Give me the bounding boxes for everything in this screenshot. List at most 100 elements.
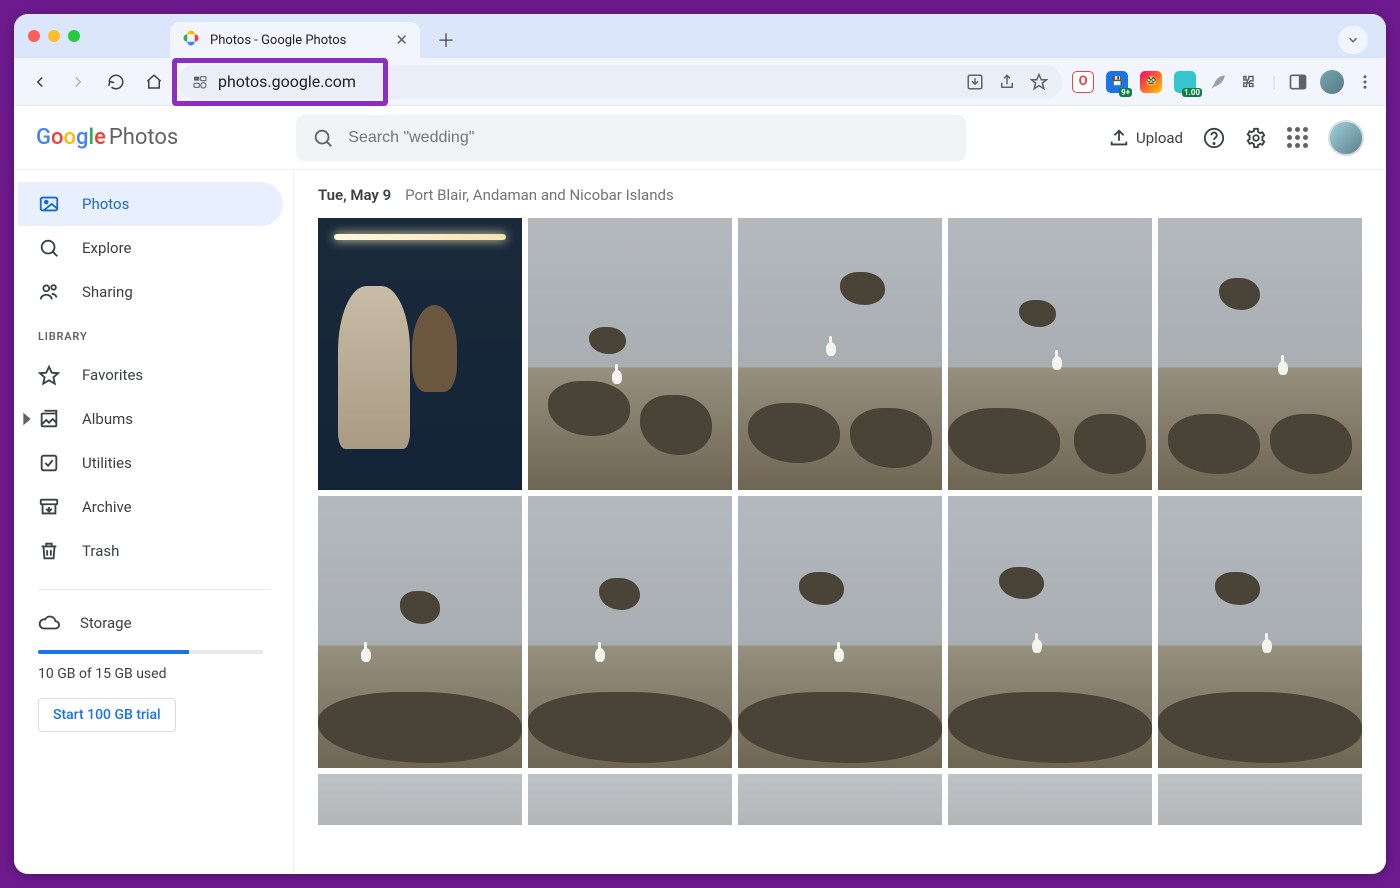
photo-thumbnail[interactable]: [1158, 774, 1362, 825]
start-trial-button[interactable]: Start 100 GB trial: [38, 698, 176, 732]
help-icon[interactable]: [1203, 127, 1225, 149]
search-bar[interactable]: [296, 115, 966, 161]
tab-close-icon[interactable]: ✕: [395, 31, 408, 49]
group-location: Port Blair, Andaman and Nicobar Islands: [405, 186, 674, 204]
sidebar-item-storage[interactable]: Storage: [38, 612, 263, 634]
window-zoom-button[interactable]: [68, 30, 80, 42]
sidebar-item-label: Trash: [82, 542, 119, 560]
sidebar-section-label: LIBRARY: [18, 314, 283, 353]
photo-thumbnail[interactable]: [738, 218, 942, 490]
tab-favicon-google-photos-icon: [182, 29, 200, 51]
google-apps-icon[interactable]: [1287, 127, 1308, 148]
logo-product-text: Photos: [109, 125, 178, 150]
utilities-icon: [38, 452, 60, 474]
photo-grid: [318, 218, 1362, 825]
tab-title: Photos - Google Photos: [210, 33, 346, 48]
browser-profile-avatar[interactable]: [1320, 70, 1344, 94]
nav-home-button[interactable]: [140, 68, 168, 96]
sidebar-item-label: Sharing: [82, 283, 133, 301]
photo-thumbnail[interactable]: [948, 496, 1152, 768]
extensions-row: O 9+💾 🥸 1.00 |: [1072, 70, 1374, 94]
browser-toolbar: photos.google.com O 9+💾 🥸 1.00 |: [14, 58, 1386, 106]
storage-used-text: 10 GB of 15 GB used: [38, 666, 263, 682]
sidebar-item-archive[interactable]: Archive: [18, 485, 283, 529]
google-photos-logo[interactable]: Google Photos: [36, 125, 178, 150]
url-text: photos.google.com: [218, 72, 356, 91]
browser-window: Photos - Google Photos ✕ ＋: [14, 14, 1386, 874]
account-avatar[interactable]: [1328, 120, 1364, 156]
window-minimize-button[interactable]: [48, 30, 60, 42]
extension-save-icon[interactable]: 9+💾: [1106, 71, 1128, 93]
extension-4-icon[interactable]: 1.00: [1174, 71, 1196, 93]
photo-thumbnail[interactable]: [948, 774, 1152, 825]
tab-search-dropdown[interactable]: [1338, 26, 1368, 54]
bookmark-star-icon[interactable]: [1030, 73, 1048, 91]
upload-label: Upload: [1136, 129, 1183, 147]
sidebar-item-favorites[interactable]: Favorites: [18, 353, 283, 397]
browser-tab-strip: Photos - Google Photos ✕ ＋: [14, 14, 1386, 58]
upload-button[interactable]: Upload: [1108, 127, 1183, 149]
extensions-puzzle-icon[interactable]: [1240, 72, 1260, 92]
storage-label: Storage: [80, 614, 132, 632]
sidebar-item-label: Favorites: [82, 366, 143, 384]
star-icon: [38, 364, 60, 386]
nav-reload-button[interactable]: [102, 68, 130, 96]
photos-icon: [38, 193, 60, 215]
window-traffic-lights: [28, 14, 170, 58]
storage-bar: [38, 650, 263, 654]
new-tab-button[interactable]: ＋: [432, 26, 460, 54]
storage-bar-fill: [38, 650, 189, 654]
app-header: Google Photos Upload: [14, 106, 1386, 170]
site-settings-icon[interactable]: [192, 74, 208, 90]
nav-back-button[interactable]: [26, 68, 54, 96]
sharing-people-icon: [38, 281, 60, 303]
photo-thumbnail[interactable]: [318, 218, 522, 490]
photo-thumbnail[interactable]: [1158, 496, 1362, 768]
expand-caret-icon: [16, 408, 38, 430]
photo-thumbnail[interactable]: [948, 218, 1152, 490]
photo-thumbnail[interactable]: [738, 774, 942, 825]
sidebar-item-photos[interactable]: Photos: [18, 182, 283, 226]
share-icon[interactable]: [998, 73, 1016, 91]
side-panel-icon[interactable]: [1288, 72, 1308, 92]
extension-feather-icon[interactable]: [1208, 72, 1228, 92]
sidebar-item-trash[interactable]: Trash: [18, 529, 283, 573]
search-icon: [312, 127, 334, 149]
sidebar-item-label: Explore: [82, 239, 132, 257]
sidebar: Photos Explore Sharing LIBRARY Favorites: [14, 170, 294, 874]
photo-thumbnail[interactable]: [318, 774, 522, 825]
window-close-button[interactable]: [28, 30, 40, 42]
extension-opera-icon[interactable]: O: [1072, 71, 1094, 93]
sidebar-item-utilities[interactable]: Utilities: [18, 441, 283, 485]
sidebar-item-label: Photos: [82, 195, 129, 213]
upload-icon: [1108, 127, 1130, 149]
photo-thumbnail[interactable]: [318, 496, 522, 768]
browser-tab[interactable]: Photos - Google Photos ✕: [170, 22, 420, 58]
browser-menu-icon[interactable]: [1356, 73, 1374, 91]
sidebar-divider: [38, 589, 271, 590]
sidebar-item-explore[interactable]: Explore: [18, 226, 283, 270]
sidebar-item-albums[interactable]: Albums: [18, 397, 283, 441]
sidebar-item-label: Utilities: [82, 454, 132, 472]
sidebar-item-label: Albums: [82, 410, 133, 428]
sidebar-item-label: Archive: [82, 498, 132, 516]
photo-thumbnail[interactable]: [528, 218, 732, 490]
extension-3-icon[interactable]: 🥸: [1140, 71, 1162, 93]
date-header: Tue, May 9 Port Blair, Andaman and Nicob…: [318, 186, 1362, 204]
photo-thumbnail[interactable]: [1158, 218, 1362, 490]
archive-icon: [38, 496, 60, 518]
group-date: Tue, May 9: [318, 186, 391, 204]
photo-thumbnail[interactable]: [528, 774, 732, 825]
install-app-icon[interactable]: [966, 73, 984, 91]
photo-thumbnail[interactable]: [528, 496, 732, 768]
album-icon: [38, 408, 60, 430]
explore-search-icon: [38, 237, 60, 259]
address-bar[interactable]: photos.google.com: [178, 65, 1062, 99]
trash-icon: [38, 540, 60, 562]
nav-forward-button[interactable]: [64, 68, 92, 96]
storage-section: Storage 10 GB of 15 GB used Start 100 GB…: [18, 606, 283, 732]
photo-thumbnail[interactable]: [738, 496, 942, 768]
search-input[interactable]: [348, 129, 950, 147]
sidebar-item-sharing[interactable]: Sharing: [18, 270, 283, 314]
settings-gear-icon[interactable]: [1245, 127, 1267, 149]
